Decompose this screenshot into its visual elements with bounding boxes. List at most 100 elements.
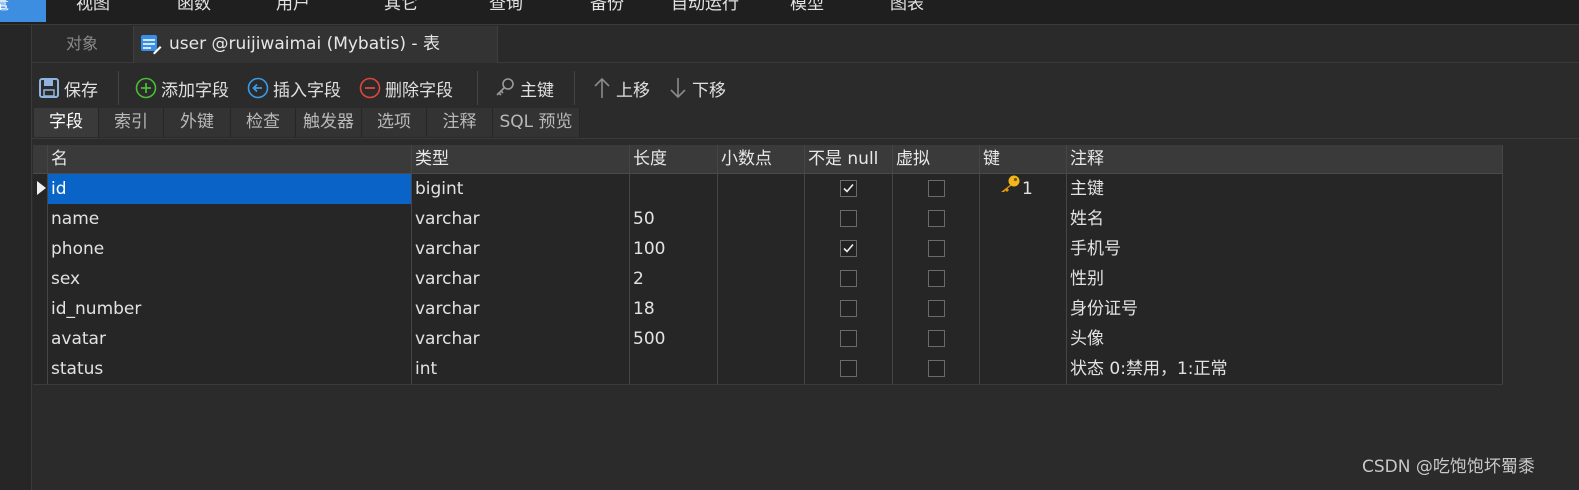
virtual-checkbox[interactable] bbox=[927, 330, 945, 347]
table-row[interactable]: id_number varchar 18 身份证号 bbox=[33, 294, 1503, 325]
cell-virtual[interactable] bbox=[893, 204, 980, 234]
table-row[interactable]: avatar varchar 500 头像 bbox=[33, 324, 1503, 355]
header-virtual[interactable]: 虚拟 bbox=[893, 145, 980, 173]
cell-not-null[interactable] bbox=[805, 174, 893, 204]
cell-virtual[interactable] bbox=[893, 264, 980, 294]
cell-decimal[interactable] bbox=[718, 204, 805, 234]
cell-not-null[interactable] bbox=[805, 354, 893, 384]
cell-decimal[interactable] bbox=[718, 294, 805, 324]
menu-item-model[interactable]: 模型 bbox=[790, 0, 824, 16]
subtab-checks[interactable]: 检查 bbox=[231, 108, 296, 137]
cell-key[interactable] bbox=[980, 354, 1067, 384]
menu-item-others[interactable]: 其它 bbox=[384, 0, 418, 16]
cell-key[interactable] bbox=[980, 204, 1067, 234]
tab-objects[interactable]: 对象 bbox=[33, 26, 131, 62]
cell-virtual[interactable] bbox=[893, 294, 980, 324]
virtual-checkbox[interactable] bbox=[927, 300, 945, 317]
insert-field-button[interactable]: 插入字段 bbox=[247, 75, 341, 101]
cell-name[interactable]: name bbox=[48, 204, 412, 234]
header-comment[interactable]: 注释 bbox=[1067, 145, 1503, 173]
subtab-triggers[interactable]: 触发器 bbox=[296, 108, 362, 137]
cell-comment[interactable]: 身份证号 bbox=[1067, 294, 1503, 324]
cell-not-null[interactable] bbox=[805, 294, 893, 324]
cell-length[interactable]: 2 bbox=[630, 264, 718, 294]
cell-name[interactable]: avatar bbox=[48, 324, 412, 354]
cell-name[interactable]: id bbox=[48, 174, 412, 204]
virtual-checkbox[interactable] bbox=[927, 360, 945, 377]
menu-item-functions[interactable]: 函数 bbox=[177, 0, 211, 16]
save-button[interactable]: 保存 bbox=[38, 75, 98, 101]
cell-not-null[interactable] bbox=[805, 234, 893, 264]
virtual-checkbox[interactable] bbox=[927, 180, 945, 197]
cell-type[interactable]: varchar bbox=[412, 234, 630, 264]
row-gutter[interactable] bbox=[33, 174, 48, 204]
not-null-checkbox[interactable] bbox=[840, 210, 857, 227]
table-row[interactable]: id bigint 1 主键 bbox=[33, 174, 1503, 205]
cell-name[interactable]: phone bbox=[48, 234, 412, 264]
cell-type[interactable]: bigint bbox=[412, 174, 630, 204]
cell-not-null[interactable] bbox=[805, 264, 893, 294]
header-name[interactable]: 名 bbox=[48, 145, 412, 173]
cell-decimal[interactable] bbox=[718, 354, 805, 384]
not-null-checkbox[interactable] bbox=[840, 270, 857, 287]
cell-length[interactable]: 18 bbox=[630, 294, 718, 324]
tab-table-design[interactable]: user @ruijiwaimai (Mybatis) - 表 bbox=[133, 26, 498, 63]
cell-key[interactable] bbox=[980, 234, 1067, 264]
cell-comment[interactable]: 手机号 bbox=[1067, 234, 1503, 264]
subtab-comments[interactable]: 注释 bbox=[427, 108, 493, 137]
cell-length[interactable] bbox=[630, 354, 718, 384]
cell-comment[interactable]: 状态 0:禁用，1:正常 bbox=[1067, 354, 1503, 384]
subtab-foreign-keys[interactable]: 外键 bbox=[164, 108, 231, 137]
row-gutter[interactable] bbox=[33, 294, 48, 324]
cell-length[interactable]: 500 bbox=[630, 324, 718, 354]
menu-item-automation[interactable]: 自动运行 bbox=[671, 0, 739, 16]
cell-type[interactable]: int bbox=[412, 354, 630, 384]
table-row[interactable]: phone varchar 100 手机号 bbox=[33, 234, 1503, 265]
subtab-options[interactable]: 选项 bbox=[362, 108, 427, 137]
cell-length[interactable] bbox=[630, 174, 718, 204]
virtual-checkbox[interactable] bbox=[927, 210, 945, 227]
row-gutter[interactable] bbox=[33, 324, 48, 354]
cell-key[interactable] bbox=[980, 324, 1067, 354]
menu-item-query[interactable]: 查询 bbox=[489, 0, 523, 16]
cell-length[interactable]: 100 bbox=[630, 234, 718, 264]
cell-not-null[interactable] bbox=[805, 324, 893, 354]
header-decimal[interactable]: 小数点 bbox=[718, 145, 805, 173]
cell-decimal[interactable] bbox=[718, 174, 805, 204]
cell-length[interactable]: 50 bbox=[630, 204, 718, 234]
add-field-button[interactable]: 添加字段 bbox=[135, 75, 229, 101]
cell-comment[interactable]: 姓名 bbox=[1067, 204, 1503, 234]
row-gutter[interactable] bbox=[33, 234, 48, 264]
cell-decimal[interactable] bbox=[718, 264, 805, 294]
header-not-null[interactable]: 不是 null bbox=[805, 145, 893, 173]
cell-name[interactable]: id_number bbox=[48, 294, 412, 324]
cell-type[interactable]: varchar bbox=[412, 294, 630, 324]
move-up-button[interactable]: 上移 bbox=[592, 75, 650, 101]
row-gutter[interactable] bbox=[33, 264, 48, 294]
subtab-fields[interactable]: 字段 bbox=[34, 108, 99, 137]
menu-item-users[interactable]: 用户 bbox=[276, 0, 310, 16]
cell-decimal[interactable] bbox=[718, 234, 805, 264]
cell-key[interactable] bbox=[980, 294, 1067, 324]
cell-name[interactable]: status bbox=[48, 354, 412, 384]
menu-item-view[interactable]: 视图 bbox=[76, 0, 110, 16]
table-row[interactable]: sex varchar 2 性别 bbox=[33, 264, 1503, 295]
cell-not-null[interactable] bbox=[805, 204, 893, 234]
table-row[interactable]: status int 状态 0:禁用，1:正常 bbox=[33, 354, 1503, 385]
cell-key[interactable] bbox=[980, 264, 1067, 294]
virtual-checkbox[interactable] bbox=[927, 240, 945, 257]
not-null-checkbox[interactable] bbox=[840, 330, 857, 347]
subtab-sql-preview[interactable]: SQL 预览 bbox=[493, 108, 580, 137]
header-length[interactable]: 长度 bbox=[630, 145, 718, 173]
row-gutter[interactable] bbox=[33, 354, 48, 384]
menu-item-charts[interactable]: 图表 bbox=[890, 0, 924, 16]
not-null-checkbox[interactable] bbox=[840, 300, 857, 317]
cell-type[interactable]: varchar bbox=[412, 324, 630, 354]
cell-comment[interactable]: 性别 bbox=[1067, 264, 1503, 294]
cell-key[interactable]: 1 bbox=[980, 174, 1067, 204]
cell-type[interactable]: varchar bbox=[412, 264, 630, 294]
cell-decimal[interactable] bbox=[718, 324, 805, 354]
row-gutter[interactable] bbox=[33, 204, 48, 234]
move-down-button[interactable]: 下移 bbox=[668, 75, 726, 101]
menu-item-backup[interactable]: 备份 bbox=[590, 0, 624, 16]
